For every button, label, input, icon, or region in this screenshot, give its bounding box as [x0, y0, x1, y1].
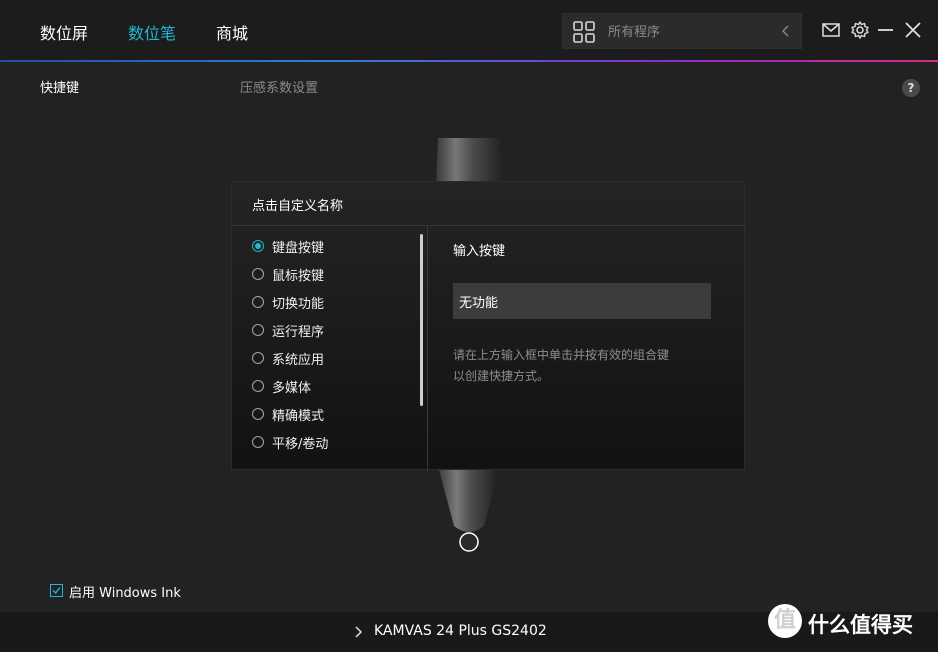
radio-button[interactable]	[252, 380, 264, 392]
pen-tip	[438, 466, 500, 552]
radio-button[interactable]	[252, 268, 264, 280]
button-config-dialog: 点击自定义名称 键盘按键 鼠标按键 切换功能 运行程序 系统应用 多媒体 精确模…	[231, 181, 746, 471]
chevron-left-icon[interactable]	[779, 24, 793, 38]
shortcut-key-input[interactable]	[453, 283, 711, 319]
dialog-title[interactable]: 点击自定义名称	[252, 195, 343, 214]
radio-button[interactable]	[252, 352, 264, 364]
chevron-right-icon[interactable]	[354, 625, 364, 639]
input-key-heading: 输入按键	[453, 244, 506, 259]
hint-text-line2: 以创建快捷方式。	[453, 369, 550, 383]
header-accent-line	[0, 60, 938, 62]
windows-ink-checkbox[interactable]	[50, 584, 63, 597]
windows-ink-label[interactable]: 启用 Windows Ink	[69, 582, 181, 601]
option-label: 鼠标按键	[272, 269, 325, 284]
watermark-logo: 值	[768, 604, 802, 638]
mail-icon[interactable]	[821, 20, 841, 40]
minimize-icon[interactable]	[876, 20, 896, 40]
option-label: 运行程序	[272, 325, 325, 340]
subtab-shortcut[interactable]: 快捷键	[40, 77, 79, 96]
function-type-list: 键盘按键 鼠标按键 切换功能 运行程序 系统应用 多媒体 精确模式 平移/卷动	[232, 226, 427, 471]
radio-button[interactable]	[252, 240, 264, 252]
top-bar: 数位屏 数位笔 商城	[0, 0, 938, 60]
watermark-text: 什么值得买	[808, 613, 913, 637]
tab-pen[interactable]: 数位笔	[128, 20, 176, 44]
pen-body	[436, 138, 502, 186]
device-name[interactable]: KAMVAS 24 Plus GS2402	[374, 623, 547, 639]
list-scrollbar[interactable]	[420, 234, 423, 406]
help-icon[interactable]: ?	[902, 79, 920, 97]
tab-display[interactable]: 数位屏	[40, 20, 88, 44]
subtab-pressure[interactable]: 压感系数设置	[240, 77, 318, 96]
radio-button[interactable]	[252, 408, 264, 420]
option-label: 系统应用	[272, 353, 325, 368]
option-label: 键盘按键	[272, 241, 325, 256]
app-grid-icon	[573, 21, 595, 43]
radio-button[interactable]	[252, 296, 264, 308]
option-label: 多媒体	[272, 381, 312, 396]
option-label: 精确模式	[272, 409, 325, 424]
radio-button[interactable]	[252, 436, 264, 448]
close-icon[interactable]	[903, 20, 923, 40]
tab-store[interactable]: 商城	[216, 20, 248, 44]
gear-icon[interactable]	[850, 20, 870, 40]
option-label: 切换功能	[272, 297, 325, 312]
program-search-input[interactable]	[608, 22, 768, 42]
option-label: 平移/卷动	[272, 437, 329, 452]
panel-divider	[427, 226, 428, 471]
program-selector[interactable]	[562, 13, 802, 49]
hint-text-line1: 请在上方输入框中单击并按有效的组合键	[453, 348, 670, 362]
radio-button[interactable]	[252, 324, 264, 336]
